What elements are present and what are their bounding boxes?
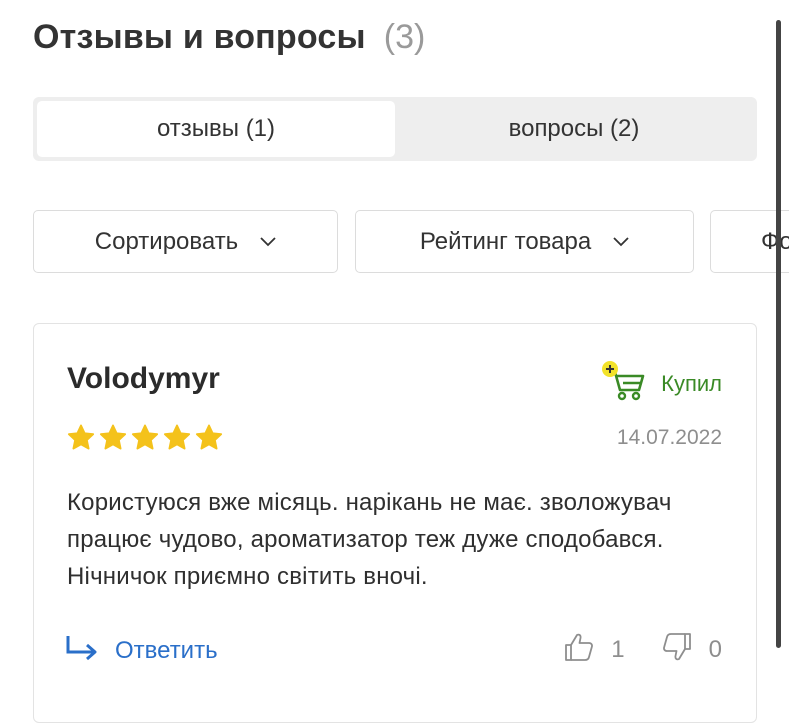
like-button[interactable]: 1 bbox=[563, 631, 625, 668]
sort-dropdown-label: Сортировать bbox=[94, 227, 239, 255]
star-icon bbox=[195, 424, 223, 450]
reply-button[interactable]: Ответить bbox=[65, 634, 218, 667]
rating-stars bbox=[67, 424, 223, 451]
dislike-button[interactable]: 0 bbox=[661, 631, 722, 668]
sort-dropdown[interactable]: Сортировать bbox=[33, 210, 338, 273]
chevron-down-icon bbox=[260, 236, 276, 247]
tabs-bar: отзывы (1) вопросы (2) bbox=[33, 97, 757, 161]
review-card: Volodymyr Купил 14.07.2022 Користуюся вж… bbox=[33, 323, 757, 723]
page-title: Отзывы и вопросы bbox=[33, 18, 366, 56]
page-header: Отзывы и вопросы (3) bbox=[33, 18, 425, 57]
chevron-down-icon bbox=[613, 236, 629, 247]
rating-filter-dropdown[interactable]: Рейтинг товара bbox=[355, 210, 694, 273]
star-icon bbox=[163, 424, 191, 450]
cart-plus-icon bbox=[599, 360, 647, 407]
star-icon bbox=[67, 424, 95, 450]
review-date: 14.07.2022 bbox=[616, 426, 722, 449]
reply-arrow-icon bbox=[65, 634, 99, 667]
review-author: Volodymyr bbox=[67, 362, 220, 395]
bought-label: Купил bbox=[661, 370, 722, 396]
thumbs-down-icon bbox=[661, 631, 693, 668]
review-votes: 1 0 bbox=[563, 631, 722, 668]
review-text: Користуюся вже місяць. нарікань не має. … bbox=[67, 489, 672, 590]
scrollbar[interactable] bbox=[776, 20, 781, 648]
thumbs-up-icon bbox=[563, 631, 595, 668]
total-count: (3) bbox=[383, 18, 426, 56]
tab-reviews[interactable]: отзывы (1) bbox=[37, 101, 395, 157]
star-icon bbox=[99, 424, 127, 450]
tab-questions[interactable]: вопросы (2) bbox=[395, 101, 753, 157]
rating-filter-label: Рейтинг товара bbox=[419, 227, 592, 255]
reply-label: Ответить bbox=[115, 636, 218, 664]
bought-badge: Купил bbox=[599, 360, 722, 407]
star-icon bbox=[131, 424, 159, 450]
dislike-count: 0 bbox=[708, 635, 722, 663]
third-filter-label: Фо bbox=[761, 227, 789, 255]
like-count: 1 bbox=[611, 635, 625, 663]
